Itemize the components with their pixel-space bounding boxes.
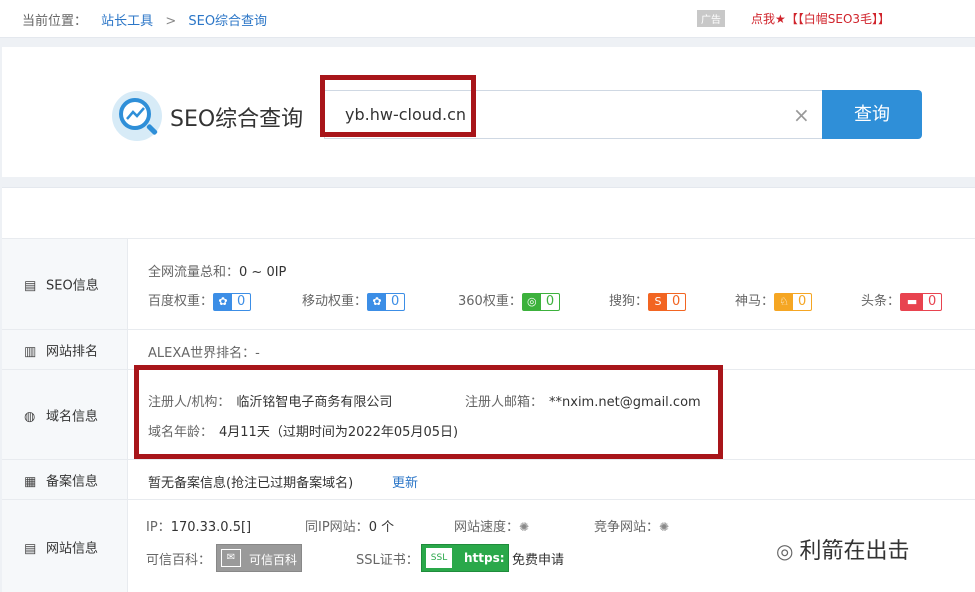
ssl-shield-icon: SSL — [426, 548, 452, 568]
site-info-label: 网站信息 — [46, 541, 99, 556]
watermark-text: 利箭在出击 — [799, 539, 910, 564]
weight-baidu: 百度权重： ✿ 0 — [148, 290, 252, 311]
sogou-weight-badge[interactable]: S0 — [648, 292, 687, 311]
ssl-label: SSL证书： — [356, 553, 419, 568]
traffic-value: 0 ~ 0IP — [239, 265, 287, 280]
mobile-weight-label: 移动权重： — [302, 294, 368, 309]
360-weight-label: 360权重： — [458, 294, 522, 309]
breadcrumb-link-seo-query[interactable]: SEO综合查询 — [188, 14, 267, 29]
document-icon: ▤ — [24, 278, 37, 294]
mobile-paw-icon: ✿ — [368, 293, 387, 310]
shenma-weight-label: 神马： — [735, 294, 775, 309]
rank-label: 网站排名 — [46, 344, 99, 359]
rank-row: ▥ 网站排名 ALEXA世界排名：- — [2, 329, 975, 369]
360-weight-badge[interactable]: ◎ 0 — [521, 292, 561, 311]
baidu-weight-value: 0 — [237, 293, 246, 309]
same-ip-sites: 同IP网站：0 个 — [305, 516, 394, 535]
domain-info-label: 域名信息 — [46, 409, 99, 424]
traffic-total: 全网流量总和：0 ~ 0IP — [148, 261, 286, 280]
search-highlight-box — [320, 75, 476, 137]
toutiao-icon: ▬ — [901, 293, 924, 310]
row-header: ▥ 网站排名 — [2, 330, 128, 369]
360-icon: ◎ — [522, 293, 541, 310]
wechat-icon: ◎ — [776, 539, 794, 563]
alexa-value: - — [255, 346, 260, 361]
ssl-badge-text: https: — [464, 551, 505, 565]
ip-value[interactable]: 170.33.0.5[] — [171, 520, 251, 535]
icp-update-link[interactable]: 更新 — [392, 472, 418, 491]
domain-highlight-box — [134, 365, 723, 459]
shenma-weight-value: 0 — [798, 293, 807, 309]
ssl-badge[interactable]: SSL https: — [421, 544, 509, 572]
traffic-label: 全网流量总和： — [148, 265, 240, 280]
ip-label: IP： — [146, 520, 171, 535]
speed-label: 网站速度： — [454, 520, 520, 535]
loading-spinner-icon: ✺ — [659, 520, 670, 534]
ssl-apply-link[interactable]: 免费申请 — [512, 549, 564, 568]
same-ip-value[interactable]: 0 个 — [369, 520, 394, 535]
breadcrumb-link-webmaster-tools[interactable]: 站长工具 — [101, 14, 153, 29]
trust-seal-icon: ✉ — [221, 549, 241, 567]
weight-mobile: 移动权重： ✿ 0 — [302, 290, 406, 311]
360-weight-value: 0 — [545, 293, 555, 309]
baidu-weight-label: 百度权重： — [148, 294, 214, 309]
site-speed: 网站速度：✺ — [454, 516, 529, 535]
weight-shenma: 神马： ♘ 0 — [735, 290, 813, 311]
trust-badge[interactable]: ✉ 可信百科 — [216, 544, 302, 572]
watermark: ◎ 利箭在出击 — [776, 533, 909, 565]
shenma-weight-badge[interactable]: ♘ 0 — [774, 292, 813, 311]
compete-label: 竞争网站： — [594, 520, 660, 535]
trust-label: 可信百科： — [146, 553, 212, 568]
promo-link[interactable]: 点我★【【白帽SEO3毛】】 — [751, 10, 890, 27]
sogou-weight-label: 搜狗： — [609, 294, 649, 309]
loading-spinner-icon: ✺ — [519, 520, 530, 534]
seo-logo-icon — [112, 91, 162, 141]
icp-label: 备案信息 — [46, 474, 99, 489]
sogou-weight-value: 0 — [672, 293, 681, 309]
clear-icon[interactable]: × — [793, 103, 810, 127]
weight-sogou: 搜狗： S 0 — [609, 290, 687, 311]
www-icon: ◍ — [24, 409, 36, 424]
baidu-weight-badge[interactable]: ✿ 0 — [213, 292, 252, 311]
weight-toutiao: 头条： ▬ 0 — [861, 290, 943, 311]
row-header: ◍ 域名信息 — [2, 370, 128, 459]
page-title: SEO综合查询 — [170, 107, 304, 132]
toutiao-weight-label: 头条： — [861, 294, 901, 309]
icp-text: 暂无备案信息(抢注已过期备案域名) — [148, 476, 354, 491]
site-icon: ▤ — [24, 541, 37, 556]
seo-info-row: ▤ SEO信息 全网流量总和：0 ~ 0IP 百度权重： ✿ 0 移动权重： ✿ 0 36… — [2, 238, 975, 329]
breadcrumb: 当前位置： 站长工具 > SEO综合查询 — [22, 10, 267, 29]
site-ip: IP：170.33.0.5[] — [146, 516, 251, 535]
sogou-icon: S — [649, 293, 668, 310]
weight-360: 360权重： ◎ 0 — [458, 290, 561, 311]
search-button[interactable]: 查询 — [822, 90, 922, 139]
competitor-sites: 竞争网站：✺ — [594, 516, 669, 535]
trust-badge-text: 可信百科 — [249, 553, 298, 567]
breadcrumb-separator: > — [165, 14, 177, 29]
breadcrumb-bar: 当前位置： 站长工具 > SEO综合查询 广告 点我★【【白帽SEO3毛】】 — [0, 0, 975, 38]
alexa-rank: ALEXA世界排名：- — [148, 342, 260, 361]
shenma-icon: ♘ — [775, 293, 794, 310]
row-header: ▦ 备案信息 — [2, 460, 128, 499]
ad-tag: 广告 — [697, 10, 725, 27]
same-ip-label: 同IP网站： — [305, 520, 369, 535]
mobile-weight-value: 0 — [391, 293, 400, 309]
record-icon: ▦ — [24, 474, 37, 489]
seo-info-label: SEO信息 — [46, 278, 99, 294]
alexa-label: ALEXA世界排名： — [148, 346, 256, 361]
toutiao-weight-value: 0 — [928, 293, 937, 309]
bar-chart-icon: ▥ — [24, 344, 37, 359]
toutiao-weight-badge[interactable]: ▬ 0 — [900, 292, 943, 311]
icp-row: ▦ 备案信息 暂无备案信息(抢注已过期备案域名) 更新 — [2, 459, 975, 499]
breadcrumb-prefix: 当前位置： — [22, 14, 88, 29]
row-header: ▤ SEO信息 — [2, 239, 128, 329]
row-header: ▤ 网站信息 — [2, 500, 128, 592]
search-panel: SEO综合查询 yb.hw-cloud.cn × 查询 — [2, 47, 975, 177]
mobile-weight-badge[interactable]: ✿ 0 — [367, 292, 406, 311]
baidu-paw-icon: ✿ — [214, 293, 233, 310]
